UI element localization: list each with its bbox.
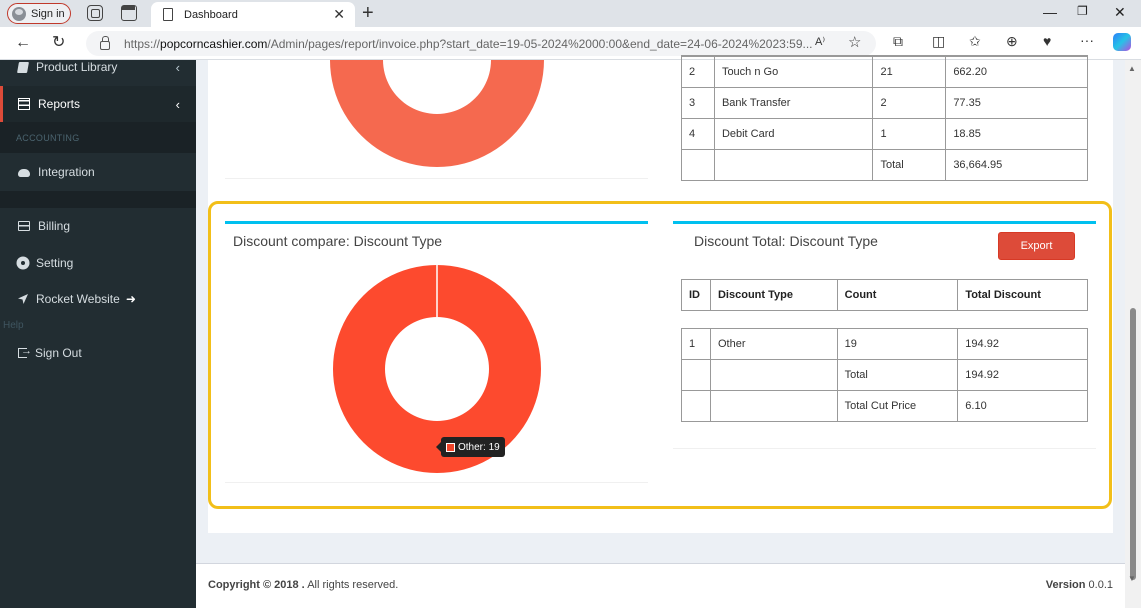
page-scrollbar[interactable]: ▲ ▼ (1125, 60, 1141, 608)
read-aloud-icon[interactable]: A⁾ (815, 35, 825, 48)
table-row: 4 Debit Card 1 18.85 (681, 118, 1088, 150)
table-row: 2 Touch n Go 21 662.20 (681, 56, 1088, 88)
browser-tab-bar: Sign in Dashboard ✕ + — ❐ ✕ (0, 0, 1141, 27)
sidebar-item-label: Rocket Website (36, 292, 120, 306)
footer: Copyright © 2018 . All rights reserved. … (196, 563, 1125, 608)
tab-close-icon[interactable]: ✕ (333, 6, 345, 23)
favorite-star-icon[interactable]: ☆ (848, 33, 861, 51)
workspaces-icon[interactable] (87, 5, 103, 21)
cell-amount: 662.20 (945, 56, 1088, 88)
cell-count: Total (872, 149, 947, 181)
tab-actions-icon[interactable] (121, 5, 137, 21)
sidebar-item-label: Billing (38, 219, 71, 233)
credit-card-icon (18, 221, 30, 231)
restore-icon[interactable]: ❐ (1077, 4, 1088, 18)
payment-table: 2 Touch n Go 21 662.20 3 Bank Transfer 2… (681, 55, 1088, 181)
split-screen-icon[interactable]: ◫ (932, 33, 945, 50)
sidebar: Product Library ‹ Reports ‹ ACCOUNTING I… (0, 60, 196, 608)
cell-count: 1 (872, 118, 947, 150)
sidebar-item-rocket-website[interactable]: Rocket Website ➜ (0, 281, 196, 317)
copyright-text: Copyright © 2018 . All rights reserved. (208, 579, 399, 591)
sidebar-item-product-library[interactable]: Product Library ‹ (0, 49, 196, 85)
chevron-left-icon: ‹ (175, 59, 180, 75)
sidebar-item-label: Reports (38, 97, 81, 111)
browser-essentials-icon[interactable]: ♥ (1043, 33, 1051, 49)
cell-id (681, 149, 715, 181)
minimize-icon[interactable]: — (1043, 4, 1057, 20)
cell-count: 2 (872, 87, 947, 119)
sidebar-item-reports[interactable]: Reports ‹ (0, 86, 196, 122)
url-text: https://popcorncashier.com/Admin/pages/r… (124, 36, 813, 51)
cell-type (713, 149, 874, 181)
cell-count: 21 (872, 56, 947, 88)
arrow-right-icon: ➜ (125, 292, 136, 306)
sidebar-item-label: Setting (36, 256, 74, 270)
sidebar-item-label: Integration (38, 165, 95, 179)
copilot-icon[interactable] (1113, 33, 1131, 51)
chevron-left-icon: ‹ (175, 96, 180, 112)
cell-amount: 18.85 (945, 118, 1088, 150)
sidebar-faded-text: Help (3, 320, 24, 331)
scroll-thumb[interactable] (1130, 308, 1136, 580)
payment-donut-chart (330, 60, 544, 167)
sidebar-item-label: Sign Out (35, 346, 82, 360)
version-text: Version 0.0.1 (1045, 579, 1113, 591)
cell-id: 2 (681, 56, 715, 88)
cell-amount: 77.35 (945, 87, 1088, 119)
highlight-frame (208, 201, 1112, 509)
table-icon (18, 98, 30, 110)
cell-amount: 36,664.95 (945, 149, 1088, 181)
url-field[interactable]: https://popcorncashier.com/Admin/pages/r… (86, 31, 876, 56)
sign-in-label: Sign in (31, 7, 65, 20)
extensions-icon[interactable]: ⧉ (893, 33, 903, 50)
sidebar-item-label: Product Library (36, 60, 118, 74)
cell-id: 3 (681, 87, 715, 119)
cloud-icon (18, 169, 30, 177)
scroll-down-icon[interactable]: ▼ (1128, 574, 1136, 583)
more-menu-icon[interactable]: ··· (1080, 32, 1094, 48)
sidebar-item-sign-out[interactable]: Sign Out (0, 335, 196, 371)
rocket-icon (18, 294, 28, 304)
collections-icon[interactable]: ⊕ (1006, 33, 1018, 50)
cell-id: 4 (681, 118, 715, 150)
sign-out-icon (18, 345, 32, 358)
sidebar-item-billing[interactable]: Billing (0, 208, 196, 244)
sidebar-item-setting[interactable]: Setting (0, 245, 196, 281)
tab-title: Dashboard (184, 8, 238, 21)
new-tab-icon[interactable]: + (362, 2, 374, 24)
gear-icon (18, 258, 28, 268)
sign-in-button[interactable]: Sign in (7, 3, 71, 24)
book-icon (17, 61, 29, 73)
cell-type: Touch n Go (713, 56, 874, 88)
table-row: Total 36,664.95 (681, 149, 1088, 181)
sidebar-item-integration[interactable]: Integration (0, 154, 196, 190)
page-icon (163, 8, 173, 21)
cell-type: Debit Card (713, 118, 874, 150)
favorites-icon[interactable]: ✩ (969, 33, 981, 50)
window-close-icon[interactable]: ✕ (1114, 4, 1126, 21)
scroll-up-icon[interactable]: ▲ (1128, 64, 1136, 73)
table-row: 3 Bank Transfer 2 77.35 (681, 87, 1088, 119)
cell-type: Bank Transfer (713, 87, 874, 119)
profile-icon (12, 6, 26, 21)
sidebar-header-accounting: ACCOUNTING (0, 122, 196, 153)
donut-slice-other[interactable] (330, 60, 544, 167)
sidebar-divider (0, 191, 196, 208)
box-divider (225, 178, 648, 179)
tab-dashboard[interactable]: Dashboard ✕ (151, 2, 355, 27)
